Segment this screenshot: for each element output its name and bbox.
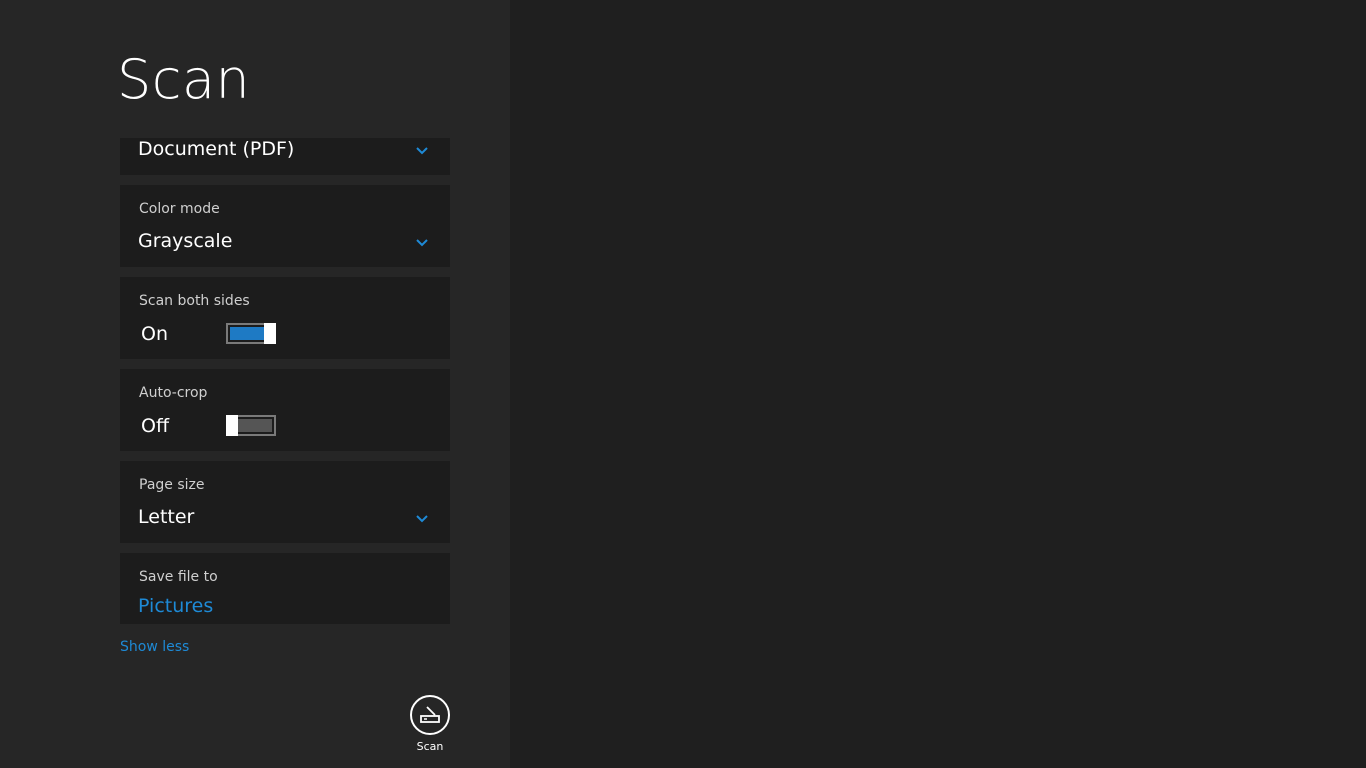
settings-scroll-area[interactable]: Document (PDF) Color mode Grayscale Scan…: [120, 138, 450, 624]
scan-both-sides-state: On: [141, 323, 168, 345]
chevron-down-icon: [416, 515, 428, 523]
save-file-to-label: Save file to: [139, 569, 218, 585]
scan-button[interactable]: Scan: [404, 694, 456, 760]
scan-both-sides-toggle[interactable]: [226, 323, 276, 344]
page-size-dropdown[interactable]: Page size Letter: [120, 461, 450, 543]
save-location-link[interactable]: Pictures: [138, 595, 213, 617]
scan-app: Scan Document (PDF) Color mode Grayscale: [0, 0, 1366, 768]
auto-crop-label: Auto-crop: [139, 385, 208, 401]
toggle-thumb[interactable]: [264, 323, 276, 344]
color-mode-value: Grayscale: [138, 230, 233, 252]
settings-pane: Scan Document (PDF) Color mode Grayscale: [0, 0, 510, 768]
auto-crop-state: Off: [141, 415, 170, 437]
page-size-label: Page size: [139, 477, 205, 493]
chevron-down-icon: [416, 239, 428, 247]
scan-button-label: Scan: [416, 740, 444, 753]
scan-both-sides-setting: Scan both sides On: [120, 277, 450, 359]
file-type-value: Document (PDF): [138, 138, 295, 160]
page-size-value: Letter: [138, 506, 195, 528]
chevron-down-icon: [416, 147, 428, 155]
page-title: Scan: [117, 48, 251, 111]
file-type-dropdown[interactable]: Document (PDF): [120, 138, 450, 175]
toggle-track: [230, 327, 264, 340]
auto-crop-toggle[interactable]: [226, 415, 276, 436]
scan-button-circle: [410, 695, 450, 735]
toggle-thumb[interactable]: [226, 415, 238, 436]
scan-both-sides-label: Scan both sides: [139, 293, 250, 309]
show-less-link[interactable]: Show less: [120, 639, 189, 655]
color-mode-label: Color mode: [139, 201, 220, 217]
settings-list: Document (PDF) Color mode Grayscale Scan…: [120, 138, 450, 624]
color-mode-dropdown[interactable]: Color mode Grayscale: [120, 185, 450, 267]
preview-area: [510, 0, 1366, 768]
toggle-track: [238, 419, 272, 432]
save-file-to-setting: Save file to Pictures: [120, 553, 450, 624]
auto-crop-setting: Auto-crop Off: [120, 369, 450, 451]
scanner-icon: [420, 706, 440, 723]
